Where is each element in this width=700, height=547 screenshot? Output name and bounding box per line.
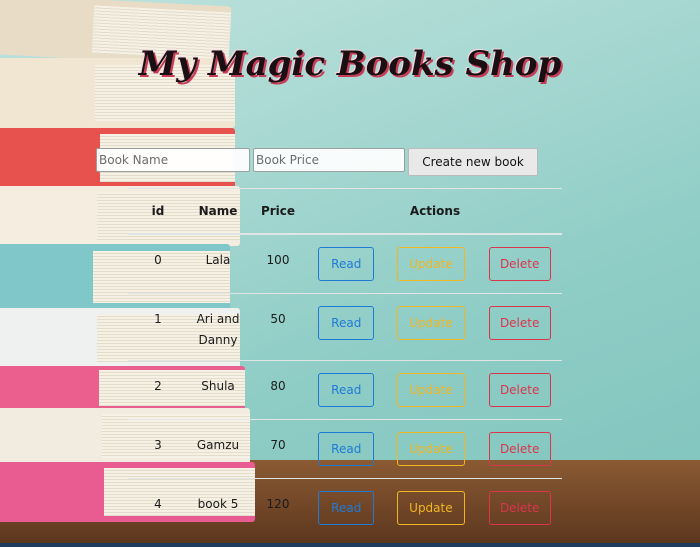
table-row: 3 Gamzu 70 Read Update Delete [128, 418, 562, 478]
cell-price: 80 [270, 378, 286, 393]
cell-name: Ari and Danny [196, 311, 240, 347]
books-table: id Name Price Actions 0 Lala 100 Read Up… [128, 188, 562, 537]
cell-price: 70 [270, 437, 286, 452]
header-id: id [128, 188, 188, 235]
cell-id: 2 [154, 378, 162, 393]
books-table-container: id Name Price Actions 0 Lala 100 Read Up… [128, 188, 562, 537]
cell-price: 50 [270, 311, 286, 326]
cell-id: 4 [154, 496, 162, 511]
app-root: My Magic Books Shop Create new book id N… [0, 0, 700, 547]
delete-button[interactable]: Delete [488, 247, 551, 281]
read-button[interactable]: Read [318, 247, 375, 281]
table-header-row: id Name Price Actions [128, 188, 562, 235]
cell-name: Gamzu [196, 437, 240, 452]
table-row: 4 book 5 120 Read Update Delete [128, 477, 562, 537]
read-button[interactable]: Read [318, 372, 375, 407]
book-price-input[interactable] [253, 148, 405, 172]
page-title: My Magic Books Shop [138, 44, 562, 84]
update-button[interactable]: Update [396, 247, 465, 281]
book-name-input[interactable] [96, 148, 250, 172]
delete-button[interactable]: Delete [488, 490, 551, 525]
update-button[interactable]: Update [396, 490, 465, 525]
table-row: 0 Lala 100 Read Update Delete [128, 233, 562, 293]
read-button[interactable]: Read [318, 305, 375, 340]
update-button[interactable]: Update [396, 372, 465, 407]
cell-price: 120 [266, 496, 290, 511]
update-button[interactable]: Update [396, 431, 465, 466]
read-button[interactable]: Read [318, 490, 375, 525]
cell-name: Lala [205, 253, 231, 267]
header-price: Price [248, 188, 308, 235]
read-button[interactable]: Read [318, 431, 375, 466]
cell-id: 1 [154, 311, 162, 326]
delete-button[interactable]: Delete [488, 305, 551, 340]
cell-price: 100 [266, 253, 290, 267]
cell-id: 0 [154, 253, 162, 267]
table-row: 1 Ari and Danny 50 Read Update Delete [128, 292, 562, 360]
cell-name: Shula [201, 378, 235, 393]
create-book-form: Create new book [96, 148, 540, 176]
create-book-button[interactable]: Create new book [408, 148, 538, 176]
header-actions: Actions [308, 188, 562, 235]
table-row: 2 Shula 80 Read Update Delete [128, 359, 562, 419]
cell-id: 3 [154, 437, 162, 452]
delete-button[interactable]: Delete [488, 372, 551, 407]
cell-name: book 5 [197, 496, 239, 511]
delete-button[interactable]: Delete [488, 431, 551, 466]
update-button[interactable]: Update [396, 305, 465, 340]
header-name: Name [188, 188, 248, 235]
